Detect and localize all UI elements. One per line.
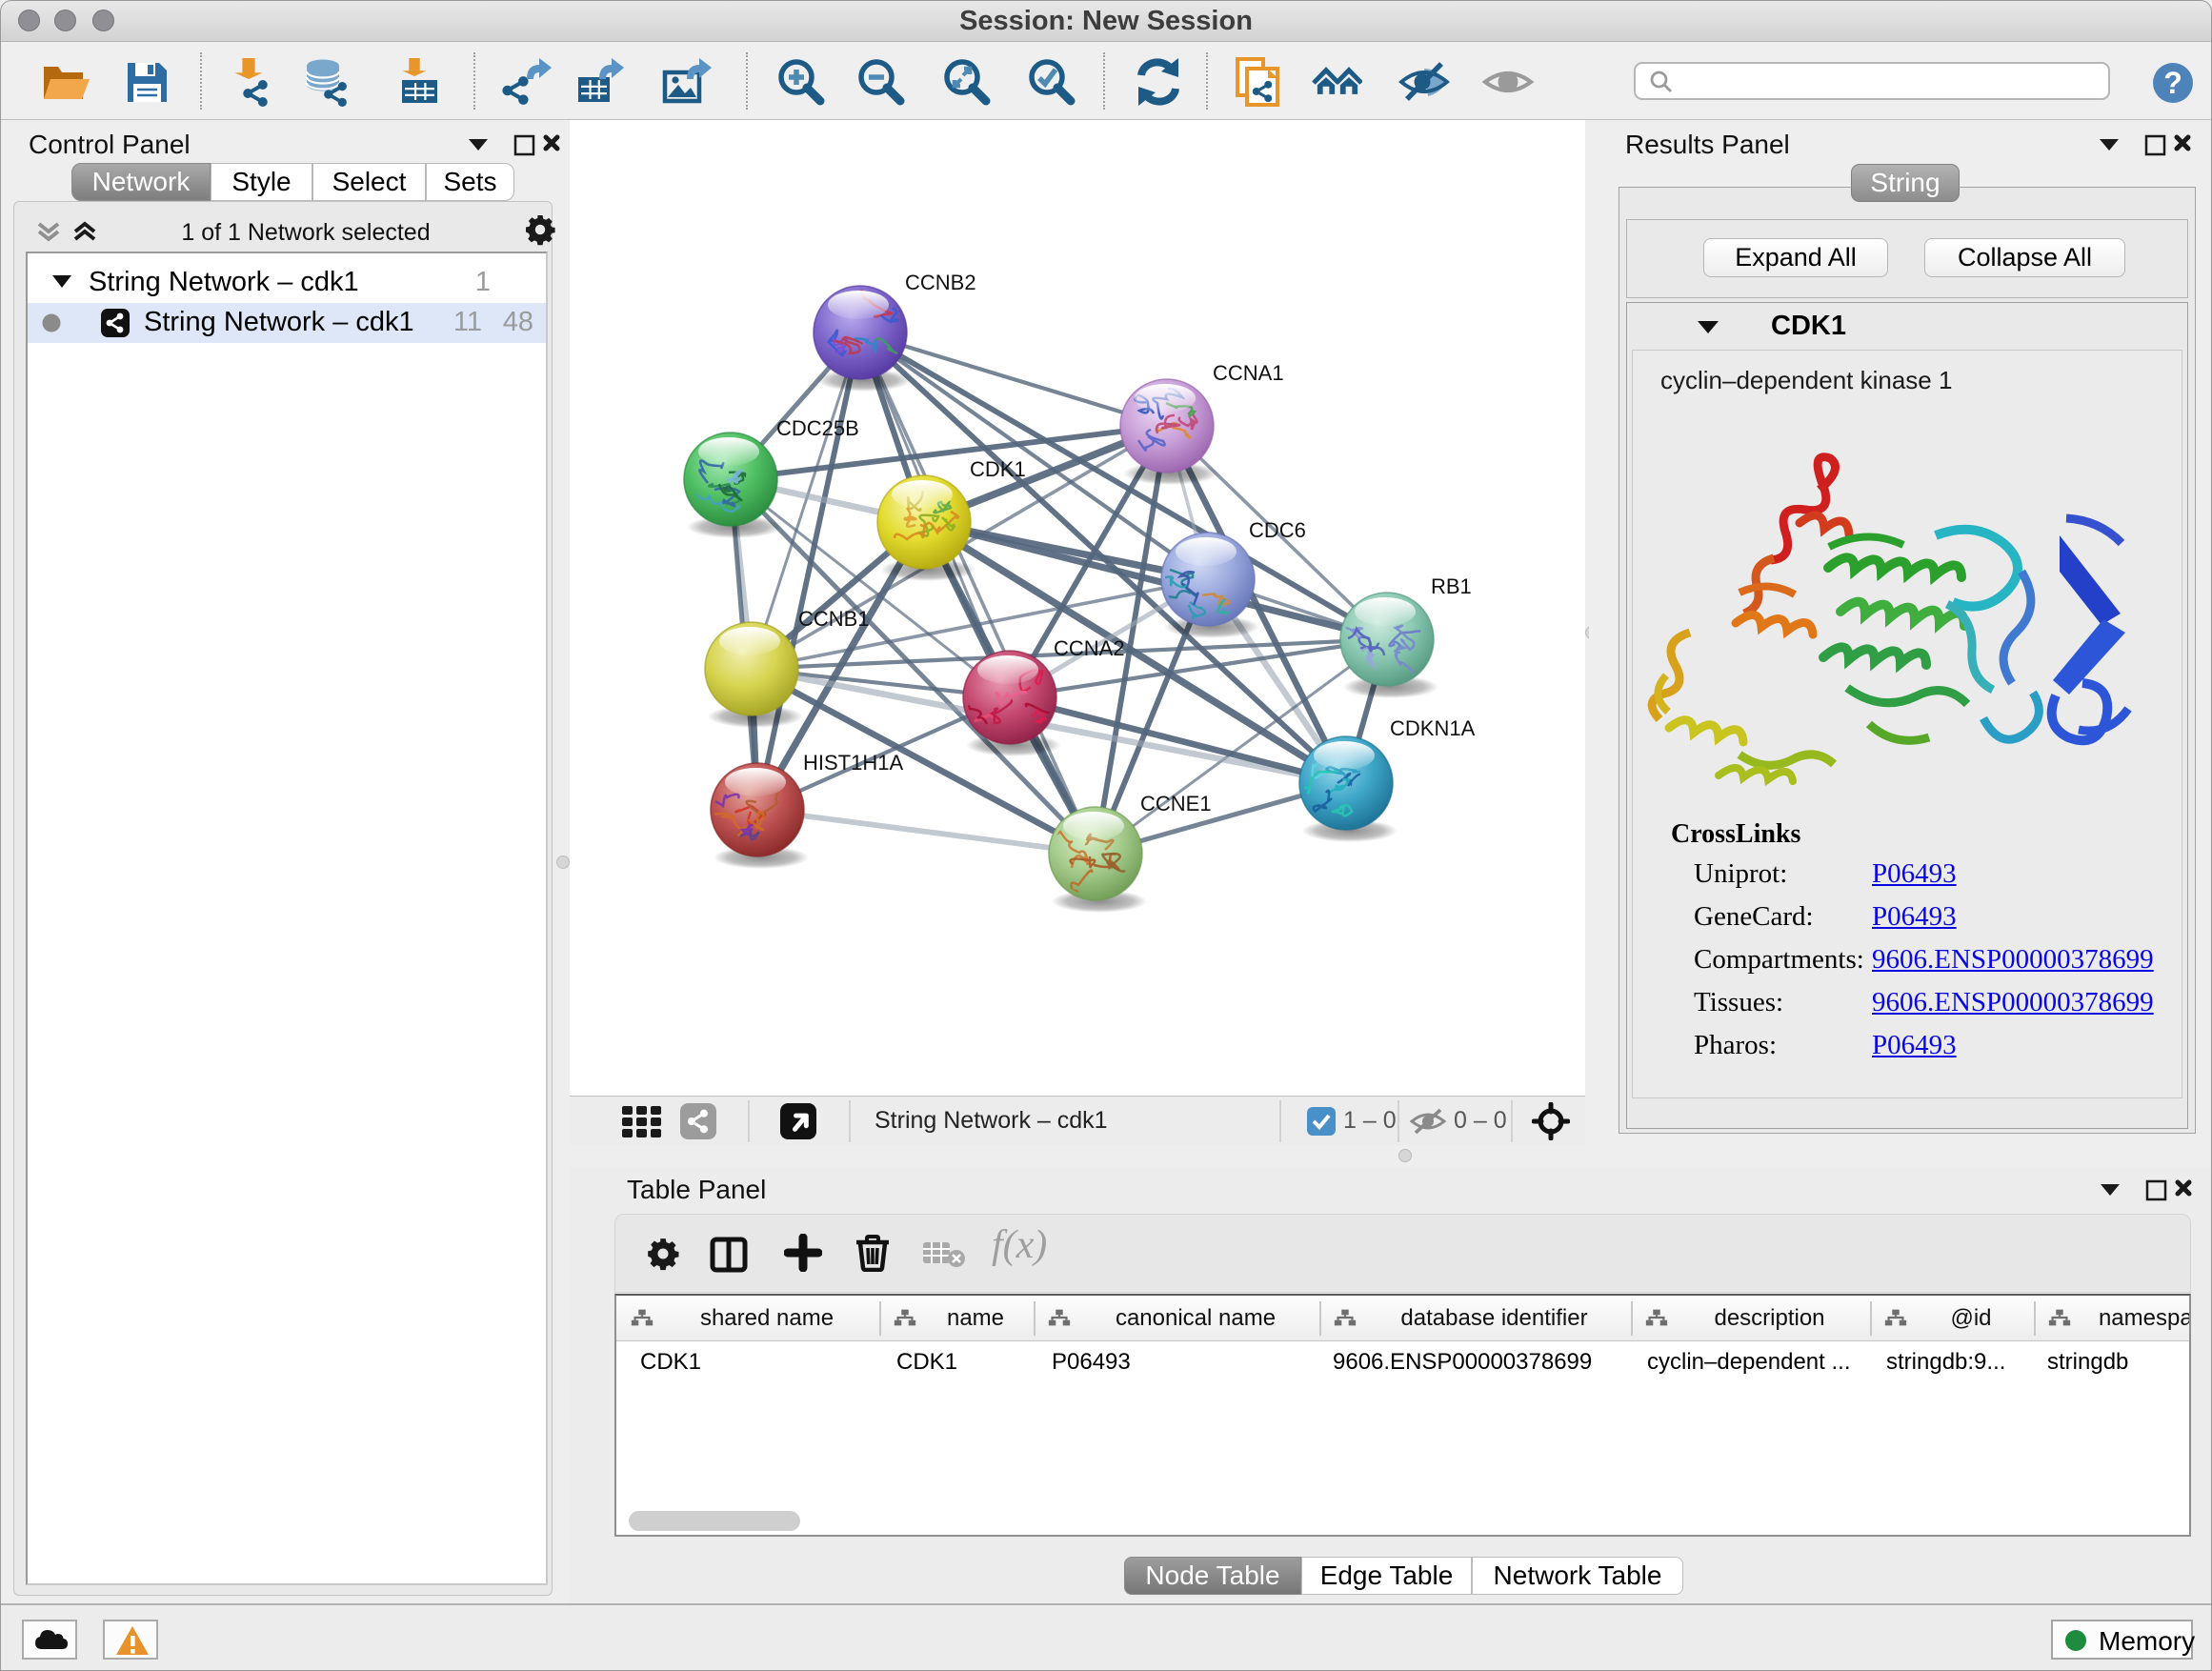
svg-text:CCNA2: CCNA2	[1054, 636, 1125, 660]
svg-text:RB1: RB1	[1431, 574, 1472, 598]
svg-text:CDC6: CDC6	[1249, 518, 1306, 542]
svg-text:CCNE1: CCNE1	[1140, 792, 1212, 815]
svg-text:HIST1H1A: HIST1H1A	[803, 751, 903, 775]
svg-text:CDC25B: CDC25B	[776, 416, 859, 440]
svg-text:CCNB2: CCNB2	[905, 271, 976, 294]
svg-text:CCNB1: CCNB1	[798, 607, 870, 631]
svg-text:CDKN1A: CDKN1A	[1390, 716, 1476, 740]
svg-text:CDK1: CDK1	[970, 457, 1026, 481]
svg-text:CCNA1: CCNA1	[1213, 361, 1284, 385]
svg-text:?: ?	[2163, 66, 2182, 100]
